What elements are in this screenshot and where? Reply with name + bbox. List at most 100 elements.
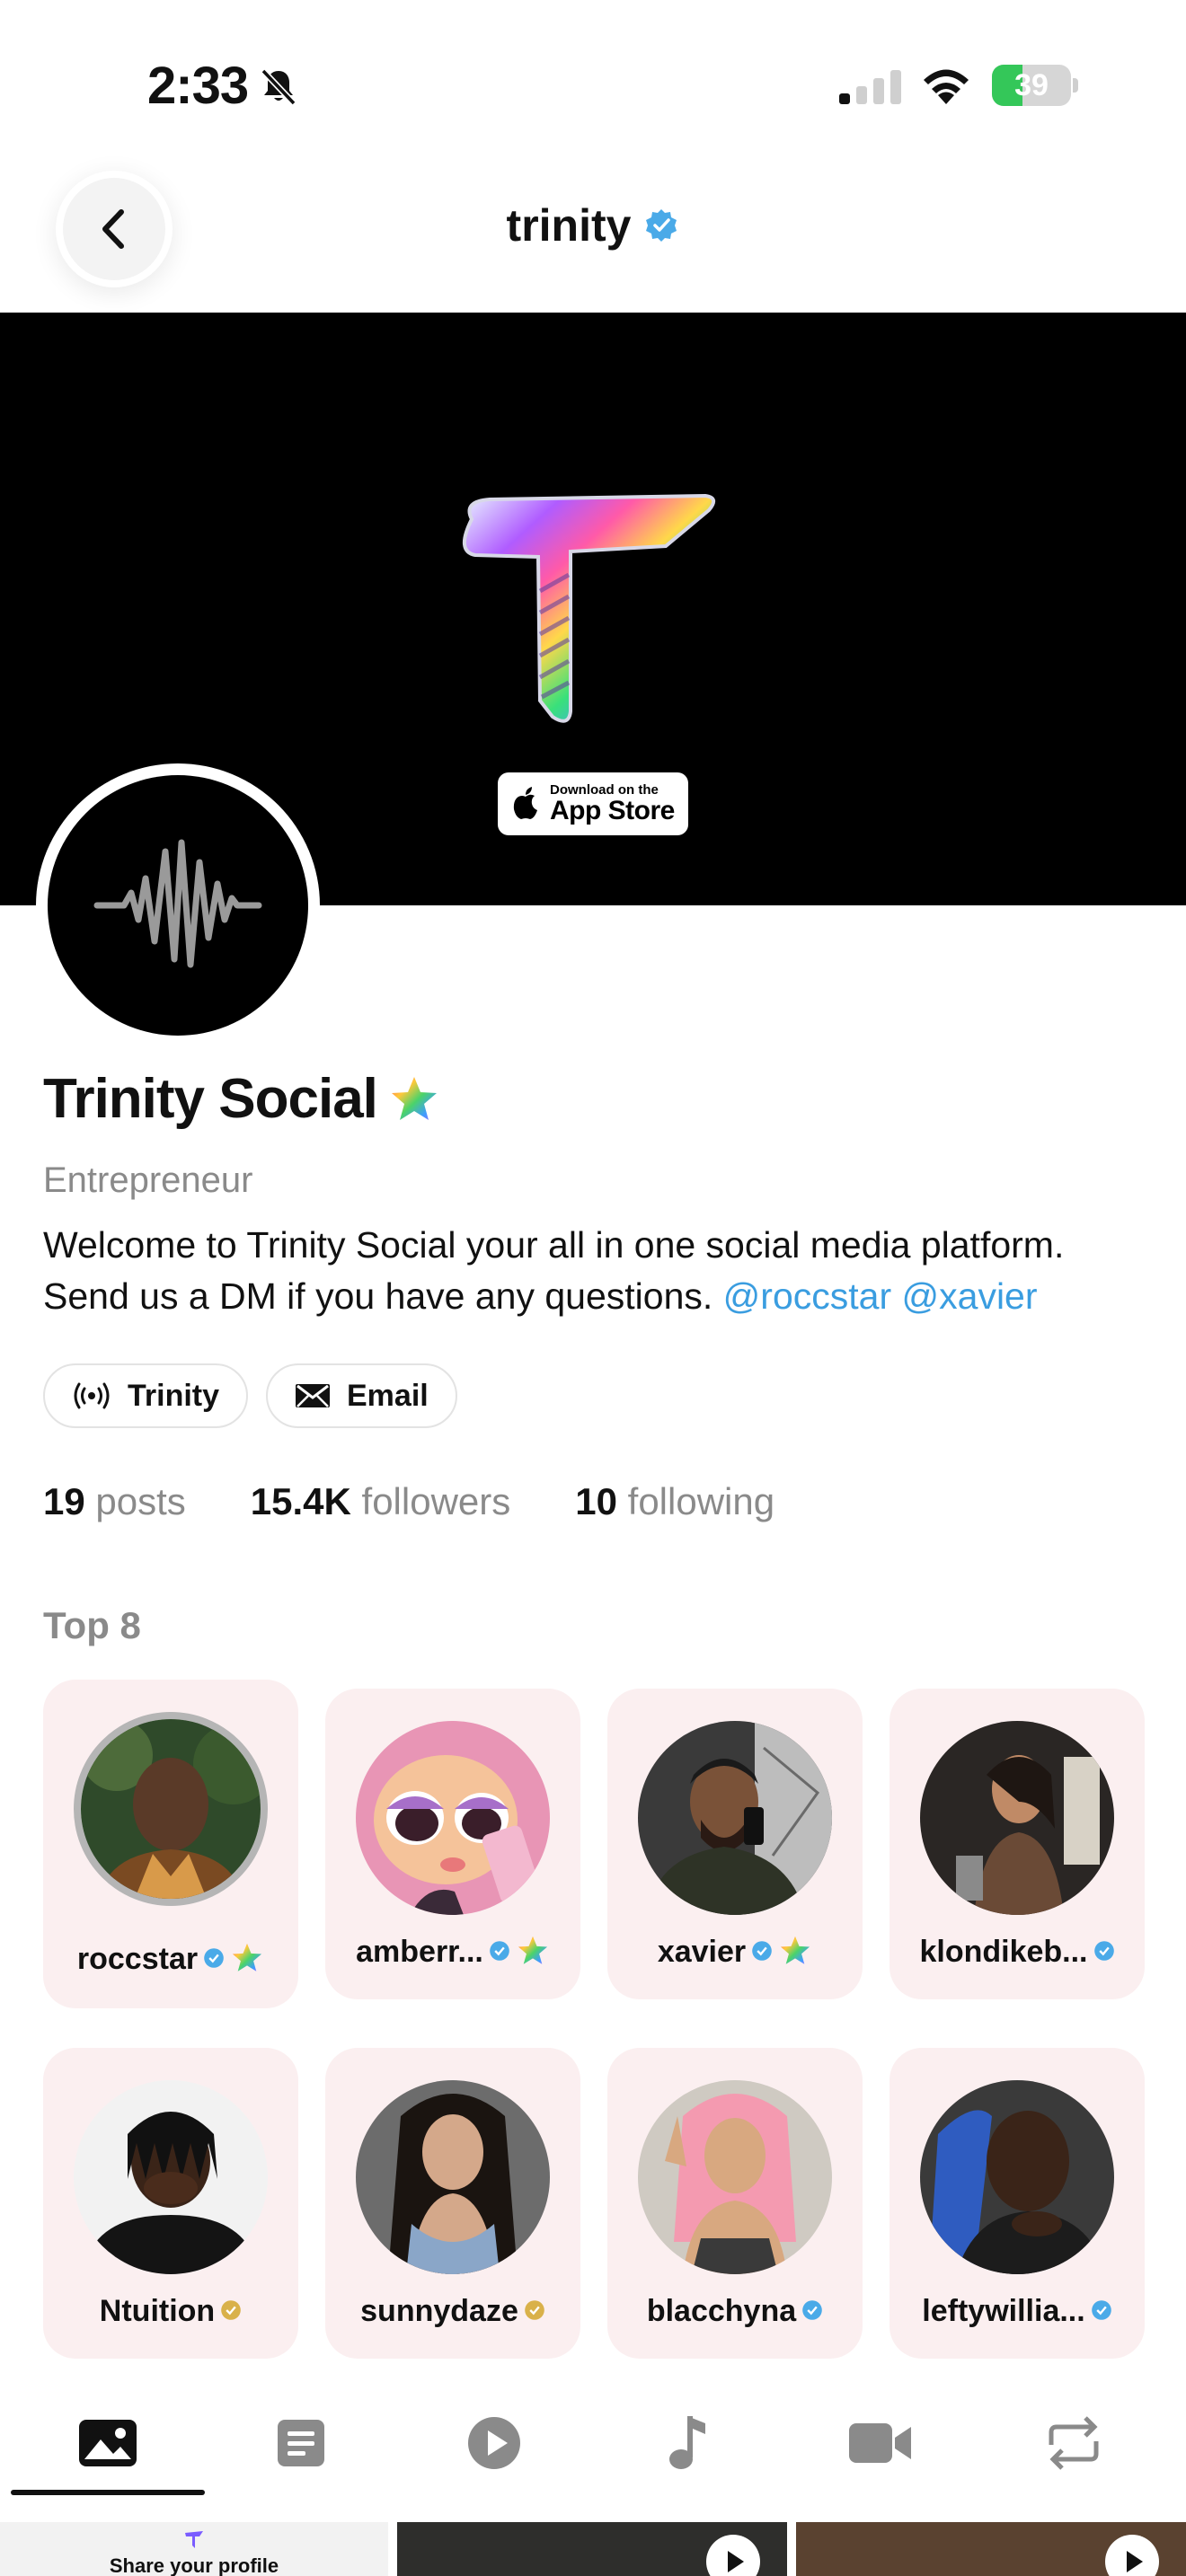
profile-stats: 19 posts 15.4K followers 10 following — [43, 1480, 774, 1523]
tab-video[interactable] — [782, 2389, 979, 2497]
play-button-icon — [1105, 2535, 1159, 2576]
trinity-logo-icon — [463, 493, 716, 723]
top8-username: leftywillia... — [890, 2294, 1145, 2329]
notes-icon — [278, 2420, 324, 2466]
share-profile-text: Share your profile — [109, 2554, 279, 2576]
active-tab-indicator — [11, 2490, 205, 2495]
top8-card-xavier[interactable]: xavier — [607, 1689, 863, 1999]
tab-repost[interactable] — [975, 2389, 1173, 2497]
top8-card-amberr[interactable]: amberr... — [325, 1689, 580, 1999]
play-button-icon — [706, 2535, 760, 2576]
link-chip-label: Email — [347, 1378, 429, 1413]
stat-label: followers — [361, 1480, 511, 1522]
top8-username-text: roccstar — [76, 1942, 199, 1976]
grid-item-video[interactable] — [397, 2522, 787, 2576]
top8-username-text: leftywillia... — [922, 2294, 1085, 2328]
avatar — [356, 1721, 550, 1915]
tab-play[interactable] — [395, 2389, 593, 2497]
tab-photos[interactable] — [9, 2389, 207, 2497]
top8-username-text: amberr... — [356, 1935, 483, 1969]
verified-badge-icon — [1091, 2300, 1111, 2320]
top8-username: blacchyna — [607, 2294, 863, 2329]
verified-badge-gold-icon — [221, 2300, 242, 2320]
top8-card-ntuition[interactable]: Ntuition — [43, 2048, 298, 2359]
photos-icon — [79, 2420, 137, 2466]
profile-avatar[interactable] — [36, 763, 320, 1047]
top8-username: sunnydaze — [325, 2294, 580, 2329]
top8-username-text: blacchyna — [646, 2294, 797, 2328]
top8-card-roccstar[interactable]: roccstar — [43, 1680, 298, 2008]
link-chip-email[interactable]: Email — [266, 1363, 457, 1428]
avatar — [920, 2080, 1114, 2274]
top8-username-text: xavier — [657, 1935, 747, 1969]
stat-followers[interactable]: 15.4K followers — [251, 1480, 510, 1523]
stat-value: 15.4K — [250, 1480, 351, 1522]
stat-label: following — [627, 1480, 775, 1522]
display-name: Trinity Social — [43, 1067, 440, 1131]
wifi-icon — [924, 69, 969, 104]
top8-username: xavier — [607, 1935, 863, 1970]
verified-badge-icon — [802, 2300, 822, 2320]
top8-username: Ntuition — [43, 2294, 298, 2329]
stat-value: 10 — [575, 1480, 617, 1522]
grid-item-video[interactable] — [796, 2522, 1186, 2576]
verified-badge-gold-icon — [525, 2300, 544, 2320]
battery-icon: 39 — [992, 65, 1078, 106]
display-name-text: Trinity Social — [43, 1068, 378, 1130]
app-store-badge[interactable]: Download on the App Store — [498, 772, 688, 835]
stat-value: 19 — [43, 1480, 85, 1522]
battery-percent: 39 — [1014, 68, 1049, 102]
stat-label: posts — [95, 1480, 186, 1522]
avatar — [920, 1721, 1114, 1915]
mention-link[interactable]: @roccstar — [723, 1275, 891, 1317]
page-title-text: trinity — [506, 200, 632, 251]
top8-username: amberr... — [325, 1935, 580, 1970]
top8-card-sunnydaze[interactable]: sunnydaze — [325, 2048, 580, 2359]
broadcast-icon — [74, 1382, 110, 1409]
link-chip-label: Trinity — [128, 1378, 220, 1413]
tab-notes[interactable] — [202, 2389, 400, 2497]
verified-badge-icon — [204, 1948, 224, 1968]
status-bar: 2:33 39 — [0, 0, 1186, 171]
music-icon — [669, 2416, 705, 2469]
top8-username-text: sunnydaze — [360, 2294, 518, 2328]
apple-logo-icon — [513, 787, 537, 819]
avatar — [74, 2080, 268, 2274]
app-store-big-text: App Store — [550, 796, 675, 825]
envelope-icon — [296, 1384, 330, 1407]
rainbow-star-icon — [233, 1943, 262, 1972]
avatar — [74, 1712, 268, 1906]
status-time: 2:33 — [147, 57, 249, 115]
top8-heading: Top 8 — [43, 1604, 141, 1646]
verified-badge-icon — [752, 1941, 772, 1961]
tab-music[interactable] — [589, 2389, 786, 2497]
top8-username-text: klondikeb... — [919, 1935, 1088, 1969]
play-icon — [468, 2417, 520, 2469]
video-icon — [849, 2423, 911, 2463]
bell-muted-icon — [261, 68, 296, 106]
repost-icon — [1049, 2416, 1099, 2470]
link-chip-trinity[interactable]: Trinity — [43, 1363, 249, 1428]
top8-username-text: Ntuition — [99, 2294, 216, 2328]
top8-card-blacchyna[interactable]: blacchyna — [607, 2048, 863, 2359]
avatar — [356, 2080, 550, 2274]
page-title: trinity — [0, 199, 1186, 251]
top8-card-leftywillia[interactable]: leftywillia... — [890, 2048, 1145, 2359]
stat-posts[interactable]: 19 posts — [43, 1480, 186, 1523]
top8-username: klondikeb... — [890, 1935, 1145, 1970]
stat-following[interactable]: 10 following — [575, 1480, 774, 1523]
rainbow-star-icon — [781, 1936, 810, 1964]
verified-badge-icon — [490, 1941, 509, 1961]
grid-item-share-profile[interactable]: Share your profile — [0, 2522, 388, 2576]
profile-role: Entrepreneur — [43, 1160, 253, 1200]
top8-card-klondikeb[interactable]: klondikeb... — [890, 1689, 1145, 1999]
soundwave-icon — [93, 839, 262, 968]
mention-link[interactable]: @xavier — [902, 1275, 1038, 1317]
top8-username: roccstar — [43, 1942, 298, 1977]
verified-badge-icon — [1093, 1941, 1114, 1961]
content-tabs — [0, 2389, 1186, 2497]
avatar — [638, 1721, 832, 1915]
rainbow-star-icon — [518, 1936, 547, 1964]
profile-bio: Welcome to Trinity Social your all in on… — [43, 1220, 1157, 1322]
rainbow-star-icon — [391, 1076, 437, 1120]
